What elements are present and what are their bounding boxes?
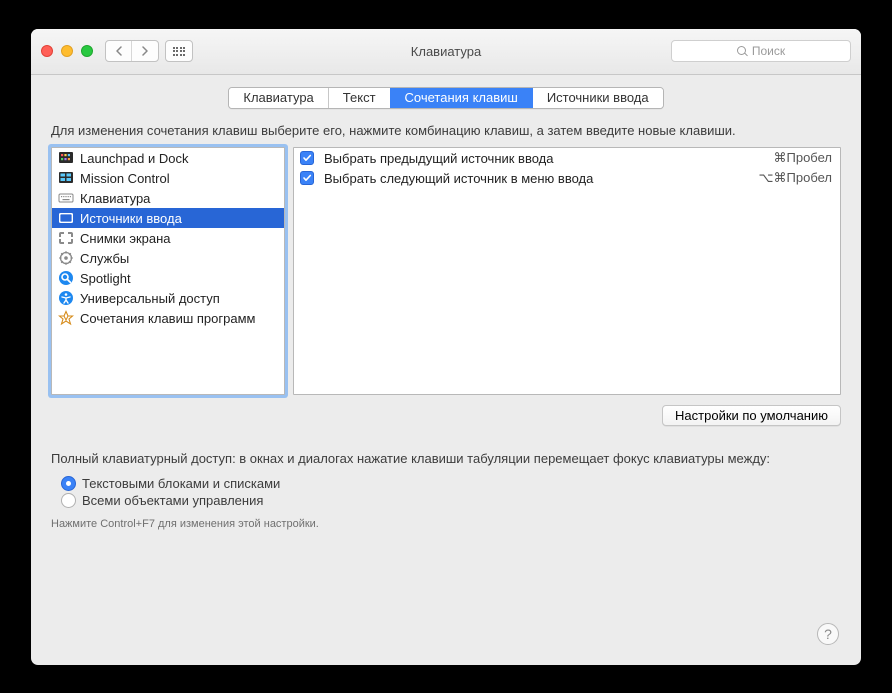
tab-access-option-text[interactable]: Текстовыми блоками и списками [61, 476, 841, 491]
tab-bar: Клавиатура Текст Сочетания клавиш Источн… [228, 87, 663, 109]
close-window-button[interactable] [41, 45, 53, 57]
category-item[interactable]: Снимки экрана [52, 228, 284, 248]
shortcut-row[interactable]: Выбрать следующий источник в меню ввода ⌥… [294, 168, 840, 188]
category-item[interactable]: Клавиатура [52, 188, 284, 208]
back-forward-group [105, 40, 159, 62]
panes: Launchpad и Dock Mission Control Клавиатур… [51, 147, 841, 395]
tab-access-option-all[interactable]: Всеми объектами управления [61, 493, 841, 508]
grid-icon [173, 47, 186, 56]
tab-keyboard[interactable]: Клавиатура [229, 88, 328, 108]
help-icon: ? [824, 626, 832, 642]
category-label: Снимки экрана [80, 231, 171, 246]
category-label: Mission Control [80, 171, 170, 186]
content-area: Клавиатура Текст Сочетания клавиш Источн… [31, 75, 861, 665]
category-label: Клавиатура [80, 191, 150, 206]
category-item[interactable]: Службы [52, 248, 284, 268]
radio-button[interactable] [61, 493, 76, 508]
tab-access-header: Полный клавиатурный доступ: в окнах и ди… [51, 450, 841, 468]
radio-label: Текстовыми блоками и списками [82, 476, 280, 491]
screenshot-icon [58, 230, 74, 246]
shortcut-list: Выбрать предыдущий источник ввода ⌘Пробел… [294, 148, 840, 188]
tab-input-sources[interactable]: Источники ввода [533, 88, 663, 108]
toolbar-nav-group [105, 40, 193, 62]
check-icon [302, 153, 312, 163]
category-label: Службы [80, 251, 129, 266]
spotlight-icon [58, 270, 74, 286]
category-item[interactable]: Mission Control [52, 168, 284, 188]
restore-defaults-button[interactable]: Настройки по умолчанию [662, 405, 841, 426]
category-item[interactable]: Универсальный доступ [52, 288, 284, 308]
launchpad-icon [58, 150, 74, 166]
traffic-lights [41, 45, 93, 57]
tab-text[interactable]: Текст [329, 88, 391, 108]
shortcut-checkbox[interactable] [300, 151, 314, 165]
shortcut-row[interactable]: Выбрать предыдущий источник ввода ⌘Пробел [294, 148, 840, 168]
chevron-right-icon [141, 46, 149, 56]
app-shortcuts-icon [58, 310, 74, 326]
category-list: Launchpad и Dock Mission Control Клавиатур… [52, 148, 284, 328]
shortcut-pane[interactable]: Выбрать предыдущий источник ввода ⌘Пробел… [293, 147, 841, 395]
search-placeholder: Поиск [752, 44, 785, 58]
category-label: Spotlight [80, 271, 131, 286]
forward-button[interactable] [132, 41, 158, 61]
tab-access-hint: Нажмите Control+F7 для изменения этой на… [51, 518, 841, 530]
back-button[interactable] [106, 41, 132, 61]
zoom-window-button[interactable] [81, 45, 93, 57]
minimize-window-button[interactable] [61, 45, 73, 57]
category-item[interactable]: Сочетания клавиш программ [52, 308, 284, 328]
preferences-window: Клавиатура Поиск Клавиатура Текст Сочета… [31, 29, 861, 665]
category-label: Универсальный доступ [80, 291, 220, 306]
radio-label: Всеми объектами управления [82, 493, 263, 508]
category-item[interactable]: Spotlight [52, 268, 284, 288]
mission-control-icon [58, 170, 74, 186]
category-item[interactable]: Launchpad и Dock [52, 148, 284, 168]
search-field[interactable]: Поиск [671, 40, 851, 62]
radio-button[interactable] [61, 476, 76, 491]
services-icon [58, 250, 74, 266]
search-icon [737, 46, 748, 57]
category-label: Источники ввода [80, 211, 182, 226]
help-button[interactable]: ? [817, 623, 839, 645]
keyboard-icon [58, 190, 74, 206]
category-item[interactable]: Источники ввода [52, 208, 284, 228]
tab-shortcuts[interactable]: Сочетания клавиш [391, 88, 533, 108]
category-pane[interactable]: Launchpad и Dock Mission Control Клавиатур… [51, 147, 285, 395]
defaults-row: Настройки по умолчанию [51, 405, 841, 426]
input-source-icon [58, 210, 74, 226]
show-all-button[interactable] [165, 40, 193, 62]
category-label: Launchpad и Dock [80, 151, 188, 166]
accessibility-icon [58, 290, 74, 306]
check-icon [302, 173, 312, 183]
titlebar: Клавиатура Поиск [31, 29, 861, 75]
chevron-left-icon [115, 46, 123, 56]
tab-access-section: Полный клавиатурный доступ: в окнах и ди… [51, 450, 841, 530]
shortcut-label: Выбрать предыдущий источник ввода [324, 151, 764, 166]
shortcut-label: Выбрать следующий источник в меню ввода [324, 171, 749, 186]
shortcut-key[interactable]: ⌥⌘Пробел [759, 170, 832, 186]
shortcut-checkbox[interactable] [300, 171, 314, 185]
category-label: Сочетания клавиш программ [80, 311, 255, 326]
description-text: Для изменения сочетания клавиш выберите … [51, 123, 841, 140]
shortcut-key[interactable]: ⌘Пробел [774, 150, 833, 166]
